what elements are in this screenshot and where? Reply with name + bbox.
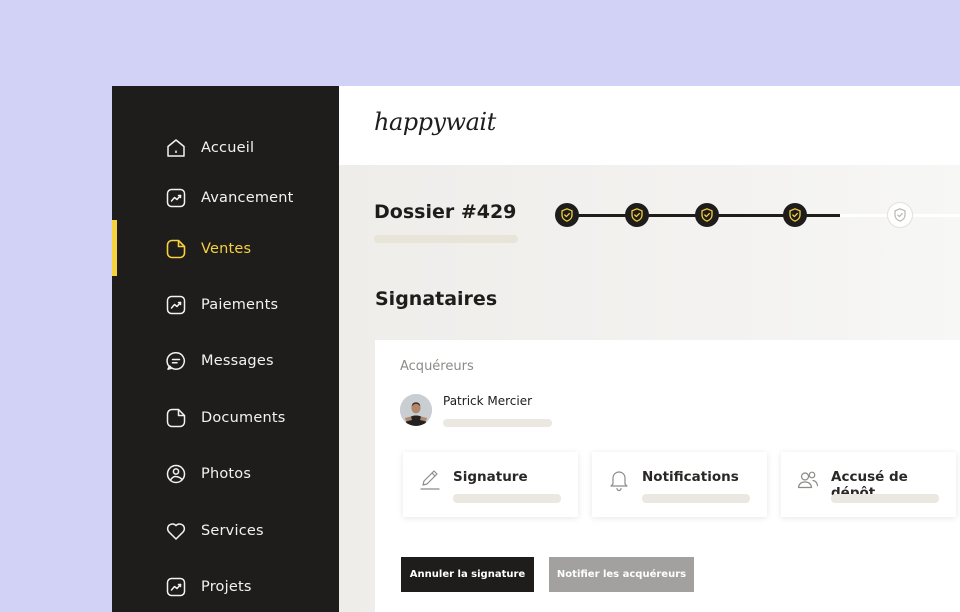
message-icon (165, 350, 187, 372)
progress-stepper (552, 201, 960, 229)
sidebar-item-documents[interactable]: Documents (112, 398, 339, 438)
step-pending[interactable] (888, 203, 912, 227)
subtitle-placeholder (374, 235, 518, 243)
sidebar-item-label: Accueil (201, 140, 255, 156)
sidebar-item-label: Services (201, 523, 264, 539)
cancel-signature-button[interactable]: Annuler la signature (401, 557, 534, 592)
document-icon (165, 238, 187, 260)
tile-signature[interactable]: Signature (403, 452, 578, 517)
photo-icon (165, 463, 187, 485)
sidebar-item-label: Ventes (201, 241, 252, 257)
sidebar-item-photos[interactable]: Photos (112, 454, 339, 494)
sidebar-item-messages[interactable]: Messages (112, 341, 339, 381)
pen-icon (419, 468, 441, 492)
sidebar-item-accueil[interactable]: Accueil (112, 128, 339, 168)
sidebar-item-projets[interactable]: Projets (112, 567, 339, 607)
chart-icon (165, 187, 187, 209)
signataires-card: Acquéreurs Patrick Mercier Signature Not… (375, 340, 960, 612)
users-icon (797, 468, 819, 492)
tile-placeholder (453, 494, 561, 503)
sidebar-item-label: Photos (201, 466, 252, 482)
sidebar-item-label: Projets (201, 579, 252, 595)
tile-placeholder (642, 494, 750, 503)
chart-icon (165, 294, 187, 316)
step-completed[interactable] (555, 203, 579, 227)
app-window: Accueil Avancement Ventes Paiements Mess (112, 86, 960, 612)
sidebar-item-label: Paiements (201, 297, 279, 313)
step-completed[interactable] (695, 203, 719, 227)
sidebar-item-label: Avancement (201, 190, 294, 206)
notify-buyers-button[interactable]: Notifier les acquéreurs (549, 557, 694, 592)
section-title: Signataires (375, 288, 498, 310)
heart-icon (165, 520, 187, 542)
brand-logo[interactable]: happywait (374, 108, 496, 136)
tile-label: Signature (453, 469, 528, 485)
person-name: Patrick Mercier (443, 394, 533, 408)
tile-accuse-de-depot[interactable]: Accusé de dépôt (781, 452, 956, 517)
tile-notifications[interactable]: Notifications (592, 452, 767, 517)
step-completed[interactable] (783, 203, 807, 227)
sidebar-item-services[interactable]: Services (112, 511, 339, 551)
sidebar-item-avancement[interactable]: Avancement (112, 178, 339, 218)
sidebar-item-ventes[interactable]: Ventes (112, 229, 339, 269)
home-icon (165, 137, 187, 159)
step-completed[interactable] (625, 203, 649, 227)
sidebar-item-paiements[interactable]: Paiements (112, 285, 339, 325)
sidebar-item-label: Messages (201, 353, 274, 369)
document-icon (165, 407, 187, 429)
avatar (400, 394, 432, 426)
shield-check-icon (701, 208, 713, 222)
page-title: Dossier #429 (374, 201, 517, 223)
shield-check-icon (894, 208, 906, 222)
chart-icon (165, 576, 187, 598)
person-detail-placeholder (443, 419, 552, 427)
main-content: Dossier #429 Signataires Acquéreurs Patr… (339, 165, 960, 612)
shield-check-icon (631, 208, 643, 222)
bell-icon (608, 468, 630, 492)
shield-check-icon (789, 208, 801, 222)
tile-placeholder (831, 494, 939, 503)
sidebar-item-label: Documents (201, 410, 286, 426)
group-label: Acquéreurs (400, 359, 474, 374)
tile-label: Notifications (642, 469, 739, 485)
sidebar: Accueil Avancement Ventes Paiements Mess (112, 86, 339, 612)
shield-check-icon (561, 208, 573, 222)
